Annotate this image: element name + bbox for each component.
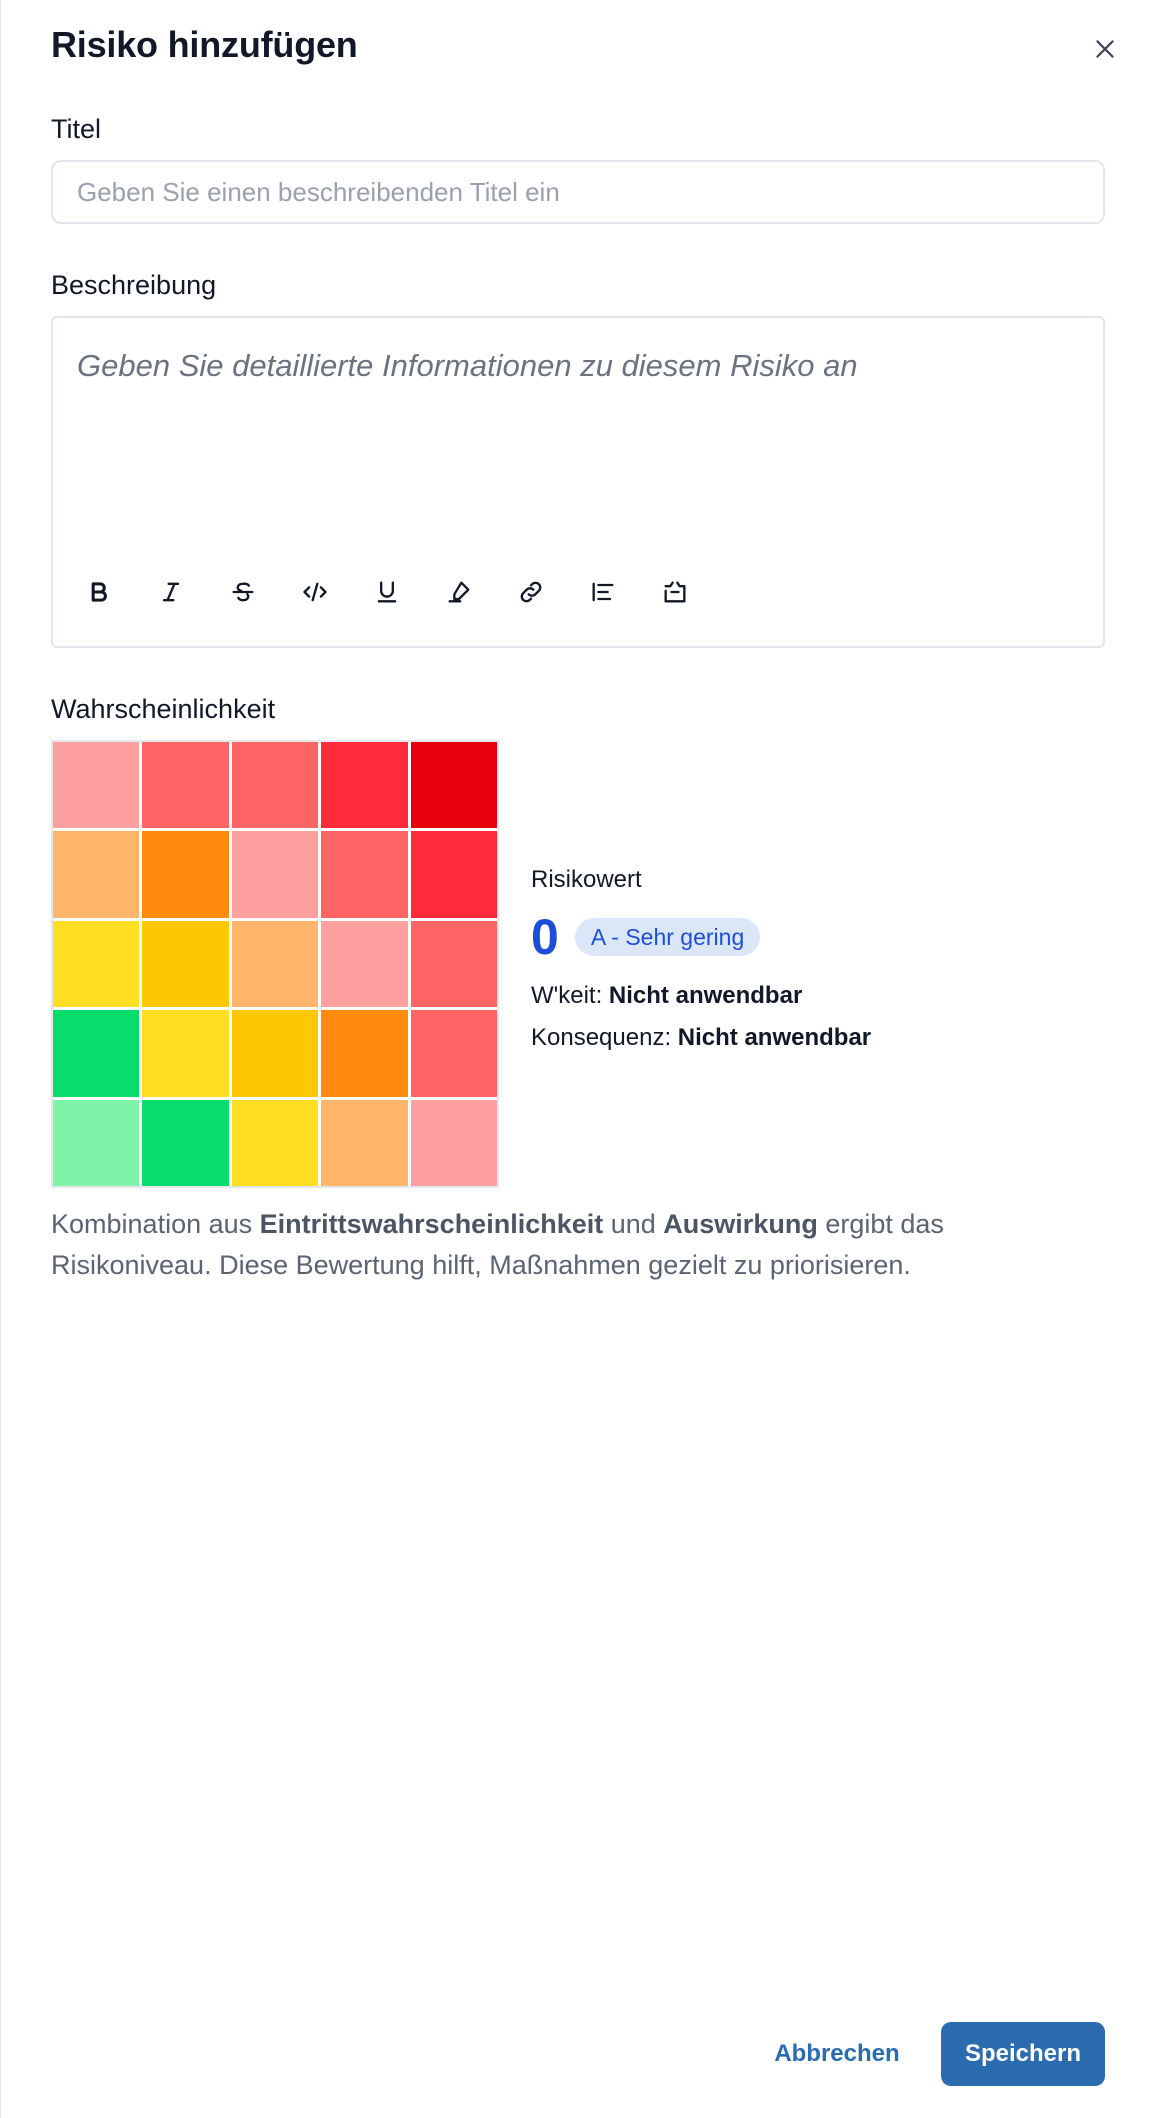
- matrix-cell-r2-c3[interactable]: [231, 831, 319, 918]
- title-input[interactable]: [51, 160, 1105, 224]
- add-risk-dialog: Risiko hinzufügen Titel Beschreibung Geb…: [0, 0, 1152, 2118]
- link-icon: [520, 581, 542, 603]
- risk-score-label: Risikowert: [531, 866, 642, 893]
- matrix-cell-r5-c2[interactable]: [142, 1099, 229, 1186]
- matrix-cell-r5-c5[interactable]: [410, 1099, 497, 1186]
- matrix-cell-r1-c3[interactable]: [231, 742, 319, 829]
- align-icon: [592, 582, 614, 602]
- matrix-cell-r5-c4[interactable]: [321, 1099, 408, 1186]
- matrix-label: Wahrscheinlichkeit: [51, 694, 276, 724]
- likelihood-value: Nicht anwendbar: [608, 982, 803, 1009]
- align-button[interactable]: [579, 568, 627, 616]
- matrix-cell-r4-c1[interactable]: [53, 1010, 140, 1097]
- underline-icon: [377, 581, 397, 603]
- italic-icon: [162, 582, 180, 602]
- matrix-cell-r4-c5[interactable]: [410, 1010, 497, 1097]
- highlight-icon: [448, 581, 470, 603]
- title-label: Titel: [51, 114, 102, 144]
- risk-score-value: 0: [531, 909, 559, 965]
- explanation-bold-1: Eintrittswahrscheinlichkeit: [259, 1209, 604, 1239]
- explanation-bold-2: Auswirkung: [663, 1209, 818, 1239]
- description-label: Beschreibung: [51, 270, 217, 300]
- matrix-cell-r4-c4[interactable]: [321, 1010, 408, 1097]
- matrix-cell-r2-c2[interactable]: [142, 831, 229, 918]
- matrix-explanation: Kombination aus Eintrittswahrscheinlichk…: [51, 1204, 1111, 1286]
- description-placeholder: Geben Sie detaillierte Informationen zu …: [77, 348, 858, 383]
- consequence-value: Nicht anwendbar: [677, 1024, 872, 1051]
- bold-icon: [91, 582, 107, 602]
- description-editor[interactable]: Geben Sie detaillierte Informationen zu …: [51, 316, 1105, 648]
- matrix-cell-r1-c4[interactable]: [321, 742, 408, 829]
- likelihood-line: W'keit: Nicht anwendbar: [531, 982, 871, 1010]
- strikethrough-icon: [232, 582, 254, 602]
- matrix-cell-r1-c1[interactable]: [53, 742, 140, 829]
- matrix-cell-r1-c5[interactable]: [410, 742, 497, 829]
- matrix-cell-r2-c5[interactable]: [410, 831, 497, 918]
- matrix-cell-r5-c1[interactable]: [53, 1099, 140, 1186]
- underline-button[interactable]: [363, 568, 411, 616]
- formatting-toolbar: [75, 568, 699, 616]
- matrix-cell-r5-c3[interactable]: [231, 1099, 319, 1186]
- risk-matrix: [51, 740, 499, 1188]
- close-button[interactable]: [1086, 30, 1124, 68]
- code-button[interactable]: [291, 568, 339, 616]
- code-icon: [303, 582, 327, 602]
- matrix-cell-r1-c2[interactable]: [142, 742, 229, 829]
- matrix-cell-r3-c3[interactable]: [231, 920, 319, 1008]
- matrix-cell-r3-c1[interactable]: [53, 920, 140, 1008]
- risk-score-panel: Risikowert 0 A - Sehr gering W'keit: Nic…: [531, 866, 871, 1052]
- likelihood-label: W'keit:: [531, 982, 603, 1009]
- clear-format-icon: [664, 581, 686, 603]
- matrix-cell-r2-c1[interactable]: [53, 831, 140, 918]
- matrix-cell-r2-c4[interactable]: [321, 831, 408, 918]
- risk-level-badge: A - Sehr gering: [574, 918, 761, 956]
- dialog-title: Risiko hinzufügen: [51, 24, 358, 65]
- consequence-label: Konsequenz:: [531, 1024, 672, 1051]
- matrix-cell-r3-c4[interactable]: [321, 920, 408, 1008]
- strikethrough-button[interactable]: [219, 568, 267, 616]
- highlight-button[interactable]: [435, 568, 483, 616]
- link-button[interactable]: [507, 568, 555, 616]
- explanation-text-1: Kombination aus: [51, 1209, 260, 1239]
- cancel-button[interactable]: Abbrechen: [757, 2022, 917, 2086]
- clear-format-button[interactable]: [651, 568, 699, 616]
- italic-button[interactable]: [147, 568, 195, 616]
- save-button[interactable]: Speichern: [941, 2022, 1105, 2086]
- matrix-cell-r4-c3[interactable]: [231, 1010, 319, 1097]
- matrix-cell-r4-c2[interactable]: [142, 1010, 229, 1097]
- close-icon: [1096, 40, 1114, 58]
- bold-button[interactable]: [75, 568, 123, 616]
- consequence-line: Konsequenz: Nicht anwendbar: [531, 1024, 871, 1052]
- matrix-cell-r3-c2[interactable]: [142, 920, 229, 1008]
- explanation-text-2: und: [603, 1209, 664, 1239]
- matrix-cell-r3-c5[interactable]: [410, 920, 497, 1008]
